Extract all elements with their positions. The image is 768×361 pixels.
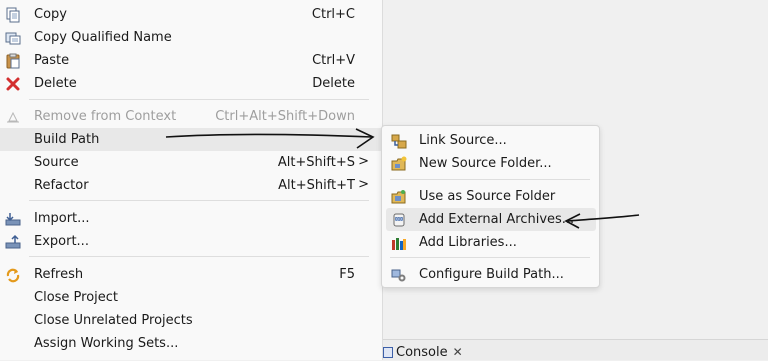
annotation-arrows <box>165 128 640 229</box>
hand-drawn-arrow-add-external-archives <box>564 213 640 229</box>
hand-drawn-arrow-build-path <box>165 128 375 149</box>
